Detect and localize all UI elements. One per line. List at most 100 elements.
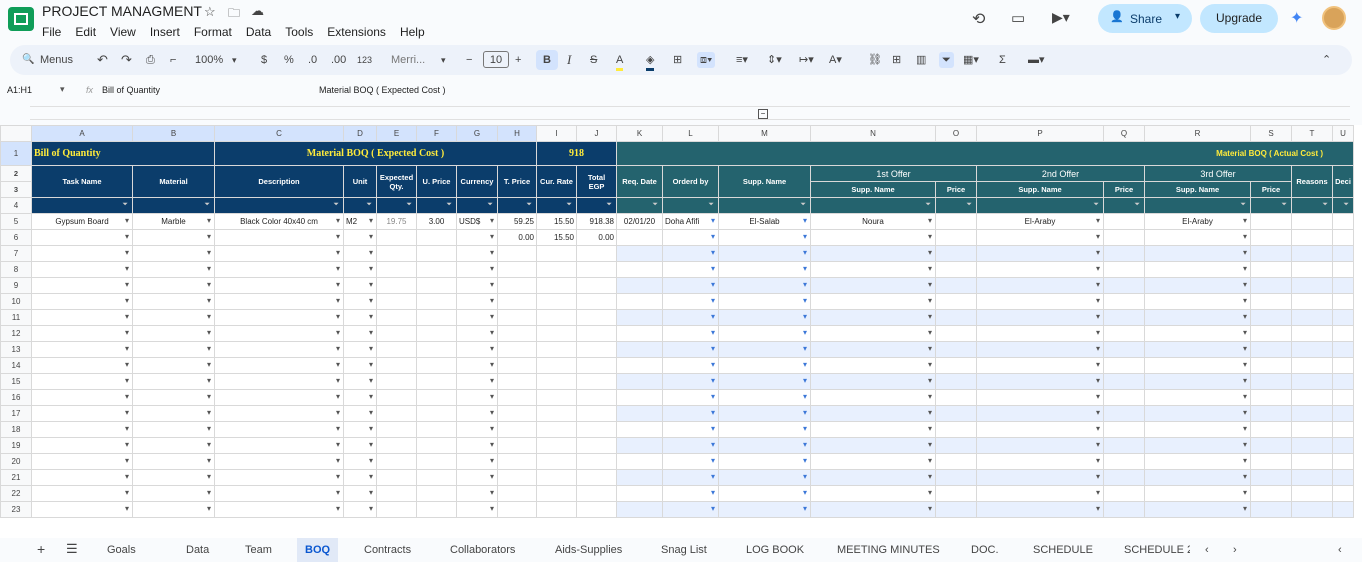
bold-icon[interactable]: B [536,50,558,70]
cell[interactable] [31,277,133,294]
col-header-s[interactable]: S [1250,125,1292,142]
cell[interactable] [1332,453,1354,470]
cell-currency[interactable]: USD$ [456,213,498,230]
cell[interactable] [1332,389,1354,406]
cell[interactable] [935,485,977,502]
cell[interactable] [416,245,457,262]
cell[interactable] [456,277,498,294]
zoom-dropdown-icon[interactable]: ▾ [232,52,237,68]
borders-icon[interactable]: ⊞ [673,52,682,68]
cell[interactable] [1144,469,1251,486]
header-orderd-by[interactable]: Orderd by [662,165,719,198]
decrease-decimal[interactable]: .0 [308,52,317,68]
cell[interactable] [1332,261,1354,278]
cell[interactable] [976,421,1104,438]
cell[interactable] [718,357,811,374]
filter-button[interactable] [343,197,377,214]
material-boq-expected-title[interactable]: Material BOQ ( Expected Cost ) [214,141,537,166]
menu-extensions[interactable]: Extensions [327,25,386,39]
cell[interactable] [416,453,457,470]
cell[interactable] [214,245,344,262]
row-header-3[interactable]: 3 [0,181,32,198]
cell[interactable] [1332,325,1354,342]
cell[interactable] [1144,437,1251,454]
cell[interactable] [718,277,811,294]
cell[interactable] [718,309,811,326]
cell[interactable] [935,277,977,294]
cell[interactable] [416,325,457,342]
cell[interactable] [576,437,617,454]
cell[interactable] [1250,277,1292,294]
col-header-u[interactable]: U [1332,125,1354,142]
cell[interactable] [810,261,936,278]
tab-contracts[interactable]: Contracts [364,544,411,556]
header-3rd-supp-name[interactable]: Supp. Name [1144,181,1251,198]
cell[interactable] [536,277,577,294]
cell[interactable] [456,357,498,374]
cell-orderd-by[interactable]: Doha Afifi [662,213,719,230]
menu-insert[interactable]: Insert [150,25,180,39]
cell[interactable] [1332,277,1354,294]
header-currency-rate[interactable]: Cur. Rate [536,165,577,198]
cell[interactable] [416,293,457,310]
bill-of-quantity-title[interactable]: Bill of Quantity [31,141,215,166]
cell[interactable] [718,245,811,262]
cell[interactable] [497,261,537,278]
cell[interactable] [810,309,936,326]
cell[interactable] [132,437,215,454]
cell[interactable] [1291,421,1333,438]
functions-icon[interactable]: Σ [999,52,1006,68]
cell[interactable] [718,293,811,310]
insert-link-icon[interactable]: ⛓ [868,52,882,68]
collapse-toolbar-icon[interactable]: ⌃ [1322,52,1331,68]
cell[interactable] [536,373,577,390]
header-3rd-offer[interactable]: 3rd Offer [1144,165,1292,182]
cell-offer2-price[interactable] [1103,213,1145,230]
cell[interactable] [662,293,719,310]
cell[interactable] [214,485,344,502]
cell[interactable] [576,405,617,422]
cell[interactable] [1103,373,1145,390]
header-2nd-offer[interactable]: 2nd Offer [976,165,1145,182]
header-1st-offer[interactable]: 1st Offer [810,165,977,182]
cell[interactable] [718,421,811,438]
cell[interactable] [718,373,811,390]
cell[interactable] [343,325,377,342]
row-header[interactable]: 17 [0,405,32,422]
cell[interactable] [1144,389,1251,406]
input-tools-icon[interactable]: ▬▾ [1028,52,1045,68]
col-header-a[interactable]: A [31,125,133,142]
cell[interactable] [31,245,133,262]
tab-meeting-minutes[interactable]: MEETING MINUTES [837,544,940,556]
cell[interactable] [616,469,663,486]
cell[interactable] [616,261,663,278]
cell[interactable] [662,357,719,374]
cell[interactable] [616,357,663,374]
header-2nd-supp-name[interactable]: Supp. Name [976,181,1104,198]
cell[interactable] [1103,421,1145,438]
cell[interactable] [456,421,498,438]
row-header[interactable]: 21 [0,469,32,486]
filter-button[interactable] [416,197,457,214]
cell[interactable] [536,389,577,406]
row-header[interactable]: 15 [0,373,32,390]
cell[interactable] [376,293,417,310]
cell[interactable] [616,309,663,326]
cell[interactable] [132,293,215,310]
cell[interactable] [576,357,617,374]
cell[interactable] [343,229,377,246]
italic-icon[interactable]: I [567,52,571,68]
boq-total-value[interactable]: 918 [536,141,617,166]
header-reasons[interactable]: Reasons [1291,165,1333,198]
tab-schedule[interactable]: SCHEDULE [1033,544,1093,556]
cell[interactable] [976,373,1104,390]
filter-button[interactable] [718,197,811,214]
cell[interactable] [810,245,936,262]
cell-reasons[interactable] [1291,213,1333,230]
cell[interactable] [497,325,537,342]
cell[interactable] [1332,245,1354,262]
cell[interactable] [1250,373,1292,390]
cell[interactable] [214,293,344,310]
col-header-q[interactable]: Q [1103,125,1145,142]
cell[interactable] [456,501,498,518]
